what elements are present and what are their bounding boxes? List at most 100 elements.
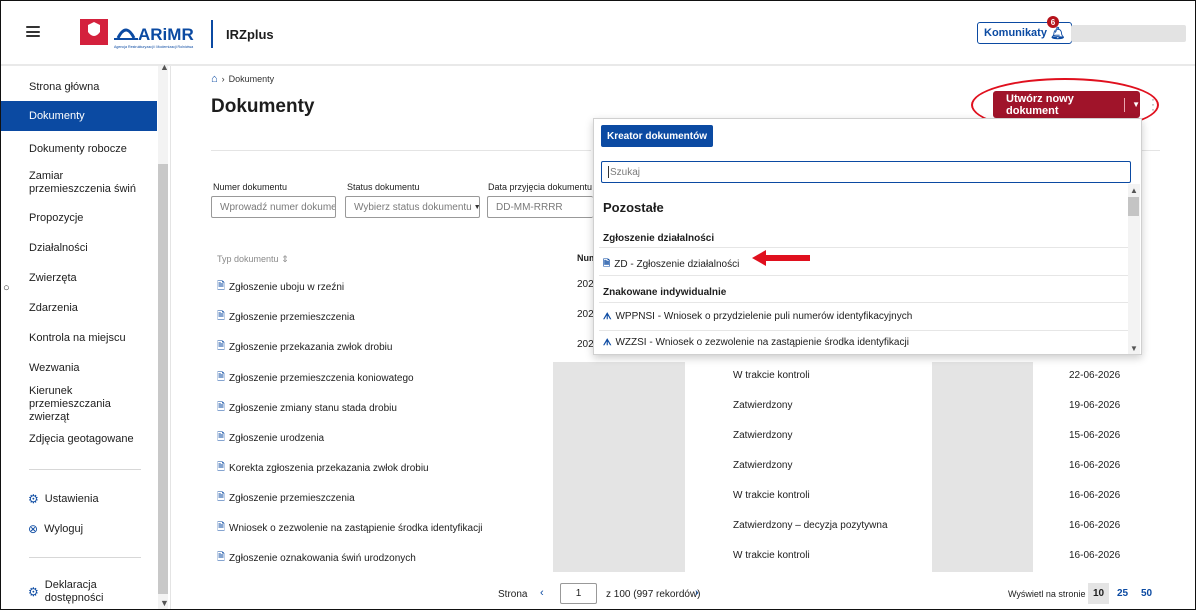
row-date: 16-06-2026 <box>1069 460 1121 471</box>
document-icon: 🗎︎ <box>217 341 226 352</box>
dropdown-divider <box>599 330 1128 331</box>
more-options-icon[interactable]: · · · <box>1151 93 1155 115</box>
home-icon[interactable]: ⌂ <box>211 73 218 85</box>
scroll-up-icon[interactable]: ▲ <box>1130 186 1138 195</box>
create-document-button[interactable]: Utwórz nowy dokument ▼ <box>993 91 1140 118</box>
chevron-right-icon[interactable]: › <box>695 587 699 599</box>
date-from-label: Data przyjęcia dokumentu od <box>488 182 594 192</box>
status-placeholder: Wybierz status dokumentu <box>354 201 472 213</box>
gear-icon: ⚙ <box>28 491 39 506</box>
ear-tag-icon: ᗑ <box>603 311 612 321</box>
sidebar-divider <box>29 469 141 470</box>
sidebar-item-home[interactable]: Strona główna <box>0 76 157 98</box>
dropdown-item-label: WPPNSI - Wniosek o przydzielenie puli nu… <box>615 311 913 322</box>
logout-icon: ⊗ <box>28 521 39 536</box>
per-page-25-button[interactable]: 25 <box>1112 583 1133 604</box>
row-type: Zgłoszenie przemieszczenia <box>229 312 355 323</box>
table-row[interactable]: 🗎︎ Zgłoszenie oznakowania świń urodzonych <box>217 550 416 567</box>
sidebar-item-animals[interactable]: Zwierzęta <box>0 267 157 289</box>
dropdown-divider <box>599 247 1128 248</box>
per-page-label: Wyświetl na stronie <box>1008 589 1086 599</box>
logout-label: Wyloguj <box>44 522 84 535</box>
pagination-total: z 100 (997 rekordów) <box>606 589 701 600</box>
sidebar-item-accessibility[interactable]: ⚙ Deklaracja dostępności <box>0 578 110 606</box>
table-row[interactable]: 🗎︎ Wniosek o zezwolenie na zastąpienie śr… <box>217 520 483 537</box>
sidebar-item-documents[interactable]: Dokumenty <box>0 101 157 131</box>
row-status: Zatwierdzony <box>733 400 793 411</box>
dropdown-item-wzzsi[interactable]: ᗑ WZZSI - Wniosek o zezwolenie na zastąp… <box>603 337 909 348</box>
breadcrumb: ⌂ › Dokumenty <box>211 73 274 85</box>
sidebar-item-activities[interactable]: Działalności <box>0 237 157 259</box>
row-type: Zgłoszenie uboju w rzeźni <box>229 282 345 293</box>
row-status: W trakcie kontroli <box>733 370 810 381</box>
sidebar-item-settings[interactable]: ⚙ Ustawienia <box>0 488 157 510</box>
dropdown-divider <box>599 275 1128 276</box>
page-number-input[interactable]: 1 <box>560 583 597 604</box>
column-header-type-label: Typ dokumentu <box>217 254 279 264</box>
dropdown-search-input[interactable]: Szukaj <box>601 161 1131 183</box>
scroll-down-icon[interactable]: ▼ <box>1130 344 1138 353</box>
document-icon: 🗎︎ <box>217 462 226 473</box>
table-row[interactable]: 🗎︎ Zgłoszenie przemieszczenia koniowatego <box>217 370 414 387</box>
date-from-input[interactable]: DD-MM-RRRR <box>487 196 593 218</box>
row-type: Zgłoszenie przemieszczenia <box>229 493 355 504</box>
sidebar-item-onsite-control[interactable]: Kontrola na miejscu <box>0 327 157 349</box>
app-header: ARiMR Agencja Restrukturyzacji i Moderni… <box>0 0 1196 66</box>
doc-number-input[interactable]: Wprowadź numer dokumentu <box>211 196 336 218</box>
dropdown-item-zd[interactable]: 🗎︎ ZD - Zgłoszenie działalności <box>603 256 739 272</box>
sidebar-item-draft-documents[interactable]: Dokumenty robocze <box>0 138 157 160</box>
sidebar-item-summons[interactable]: Wezwania <box>0 357 157 379</box>
document-icon: 🗎︎ <box>217 432 226 443</box>
sidebar-item-animal-movement-direction[interactable]: Kierunek przemieszczania zwierząt <box>0 385 150 423</box>
sidebar-item-pig-movement-intent[interactable]: Zamiar przemieszczenia świń <box>0 167 140 199</box>
dropdown-divider <box>599 302 1128 303</box>
logo-subtext: Agencja Restrukturyzacji i Modernizacji … <box>114 45 193 49</box>
sidebar-divider <box>29 557 141 558</box>
table-row[interactable]: 🗎︎ Korekta zgłoszenia przekazania zwłok d… <box>217 460 429 477</box>
sidebar-item-proposals[interactable]: Propozycje <box>0 207 157 229</box>
filter-divider <box>211 150 591 151</box>
sort-icon[interactable]: ⇕ <box>281 254 289 264</box>
table-row[interactable]: 🗎︎ Zgłoszenie przemieszczenia <box>217 309 355 326</box>
row-status: Zatwierdzony <box>733 430 793 441</box>
accessibility-label: Deklaracja dostępności <box>44 579 104 604</box>
status-select[interactable]: Wybierz status dokumentu ▼ <box>345 196 480 218</box>
document-icon: 🗎︎ <box>603 258 611 268</box>
row-number: 202 <box>577 309 594 320</box>
sidebar-scrollbar-thumb[interactable] <box>158 164 168 594</box>
chevron-left-icon[interactable]: ‹ <box>540 587 544 599</box>
column-header-type[interactable]: Typ dokumentu ⇕ <box>217 254 289 265</box>
row-date: 15-06-2026 <box>1069 430 1121 441</box>
row-type: Korekta zgłoszenia przekazania zwłok dro… <box>229 463 429 474</box>
scroll-up-icon[interactable]: ▲ <box>160 62 169 72</box>
row-status: Zatwierdzony – decyzja pozytywna <box>733 520 888 531</box>
dropdown-group-title: Znakowane indywidualnie <box>603 287 727 298</box>
table-row[interactable]: 🗎︎ Zgłoszenie zmiany stanu stada drobiu <box>217 400 397 417</box>
chevron-down-icon: ▼ <box>473 203 480 211</box>
table-row[interactable]: 🗎︎ Zgłoszenie uboju w rzeźni <box>217 279 344 296</box>
document-creator-button[interactable]: Kreator dokumentów <box>601 125 713 147</box>
per-page-50-button[interactable]: 50 <box>1136 583 1157 604</box>
hamburger-menu-icon[interactable] <box>26 26 40 37</box>
dropdown-scrollbar-thumb[interactable] <box>1128 197 1139 216</box>
page-title: Dokumenty <box>211 96 315 117</box>
arimr-logo[interactable]: ARiMR Agencja Restrukturyzacji i Moderni… <box>80 18 194 50</box>
table-row[interactable]: 🗎︎ Zgłoszenie urodzenia <box>217 430 324 447</box>
user-name-placeholder[interactable] <box>1071 25 1186 42</box>
row-status: W trakcie kontroli <box>733 490 810 501</box>
chevron-down-icon[interactable]: ▼ <box>1132 100 1140 109</box>
status-label: Status dokumentu <box>347 182 420 192</box>
bell-icon: 🔔︎ <box>1049 26 1066 40</box>
table-row[interactable]: 🗎︎ Zgłoszenie przemieszczenia <box>217 490 355 507</box>
scroll-down-icon[interactable]: ▼ <box>160 598 169 608</box>
row-date: 16-06-2026 <box>1069 490 1121 501</box>
sidebar-item-logout[interactable]: ⊗ Wyloguj <box>0 518 157 540</box>
dropdown-item-wppnsi[interactable]: ᗑ WPPNSI - Wniosek o przydzielenie puli … <box>603 311 912 322</box>
per-page-10-button[interactable]: 10 <box>1088 583 1109 604</box>
row-status: Zatwierdzony <box>733 460 793 471</box>
sidebar-item-geotagged-photos[interactable]: Zdjęcia geotagowane <box>0 428 157 450</box>
ear-tag-icon: ᗑ <box>603 337 612 347</box>
table-row[interactable]: 🗎︎ Zgłoszenie przekazania zwłok drobiu <box>217 339 392 356</box>
sidebar-item-events[interactable]: Zdarzenia <box>0 297 157 319</box>
text-cursor <box>608 166 609 178</box>
